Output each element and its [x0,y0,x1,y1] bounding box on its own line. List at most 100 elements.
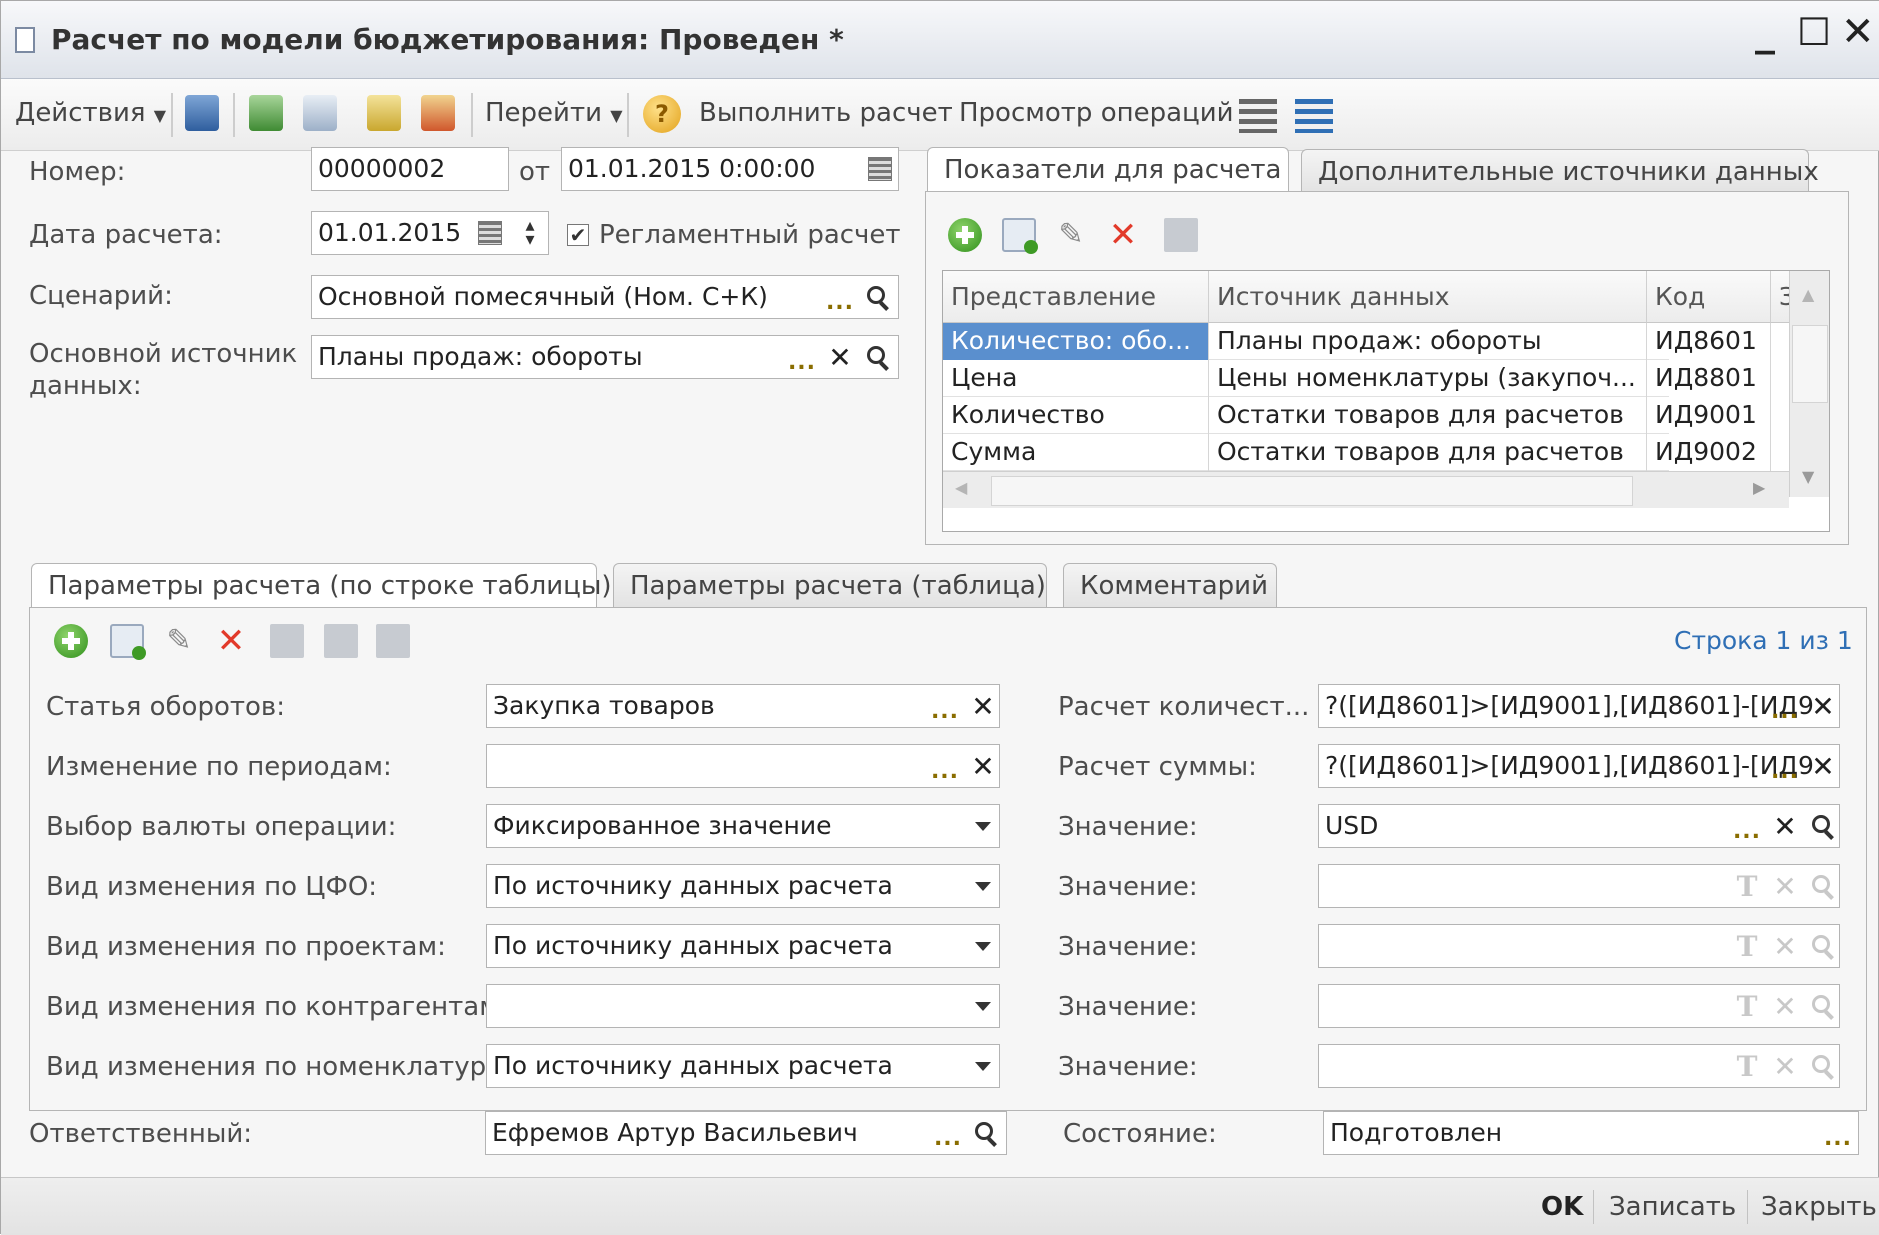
contractors-change-select[interactable] [486,984,1000,1028]
tab-params-row[interactable]: Параметры расчета (по строке таблицы) [31,563,612,609]
end-edit-icon[interactable] [1164,218,1198,252]
clear-button[interactable]: ✕ [1806,686,1840,726]
clear-icon: ✕ [1773,1049,1797,1083]
clear-button: ✕ [1768,986,1802,1026]
scroll-up-icon[interactable]: ▲ [1802,285,1814,304]
projects-change-select[interactable]: По источнику данных расчета [486,924,1000,968]
calendar-button[interactable] [863,149,897,189]
open-button[interactable] [1806,806,1840,846]
table-row[interactable]: Количество: обо... Планы продаж: обороты… [943,323,1771,360]
edit-icon[interactable]: ✎ [1054,218,1088,252]
close-button[interactable]: Закрыть [1761,1190,1877,1224]
table-row[interactable]: Количество Остатки товаров для расчетов … [943,397,1771,434]
vertical-scrollbar[interactable]: ▲ ▼ [1789,271,1829,497]
reglament-checkbox[interactable]: ✔ [567,224,589,246]
choice-button[interactable]: ... [931,1113,965,1153]
goto-menu[interactable]: Перейти ▼ [485,97,623,132]
run-calculation-button[interactable]: Выполнить расчет [699,97,953,129]
open-button[interactable] [861,277,895,317]
cfo-change-select[interactable]: По источнику данных расчета [486,864,1000,908]
clear-button[interactable]: ✕ [966,746,1000,786]
dropdown-button[interactable] [966,866,1000,906]
view-operations-button[interactable]: Просмотр операций [959,97,1234,129]
delete-icon[interactable]: ✕ [214,624,248,658]
delete-icon[interactable]: ✕ [1106,218,1140,252]
number-input[interactable]: 00000002 [311,147,509,191]
date-spinner[interactable]: ▴ ▾ [513,213,547,253]
column-header[interactable]: Источник данных [1209,271,1647,323]
move-down-icon[interactable] [376,624,410,658]
choice-button[interactable]: ... [1730,806,1764,846]
end-edit-icon[interactable] [270,624,304,658]
choice-button[interactable]: ... [785,337,819,377]
scroll-thumb[interactable] [1792,325,1828,403]
close-window-button[interactable]: ✕ [1841,7,1875,57]
date-time-input[interactable]: 01.01.2015 0:00:00 [561,147,899,191]
dropdown-button[interactable] [966,986,1000,1026]
turnover-item-input[interactable]: Закупка товаров [486,684,1000,728]
state-input[interactable]: Подготовлен [1323,1111,1859,1155]
choice-button[interactable]: ... [928,686,962,726]
clear-button[interactable]: ✕ [1806,746,1840,786]
open-button[interactable] [969,1113,1003,1153]
refresh-icon[interactable] [249,95,283,131]
currency-choice-select[interactable]: Фиксированное значение [486,804,1000,848]
period-change-input[interactable] [486,744,1000,788]
scroll-thumb[interactable] [991,476,1633,506]
nomenclature-change-select[interactable]: По источнику данных расчета [486,1044,1000,1088]
magnifier-icon [1812,815,1834,837]
help-icon[interactable]: ? [643,95,681,133]
choice-button[interactable]: ... [1821,1113,1855,1153]
choice-button[interactable]: ... [1768,686,1802,726]
edit-icon[interactable]: ✎ [162,624,196,658]
minimize-button[interactable]: _ [1755,7,1775,57]
choice-button[interactable]: ... [928,746,962,786]
ok-button[interactable]: OK [1541,1190,1583,1224]
copy-document-icon[interactable] [303,95,337,131]
horizontal-scrollbar[interactable]: ◀ ▶ [943,471,1789,508]
post-and-close-icon[interactable] [185,95,219,131]
dropdown-button[interactable] [966,926,1000,966]
tab-indicators[interactable]: Показатели для расчета [927,147,1289,193]
maximize-button[interactable]: ☐ [1797,7,1831,57]
responsible-input[interactable]: Ефремов Артур Васильевич [485,1111,1007,1155]
scroll-right-icon[interactable]: ▶ [1753,478,1765,497]
scenario-input[interactable]: Основной помесячный (Ном. С+К) [311,275,899,319]
clear-button: ✕ [1768,926,1802,966]
quantity-formula-input[interactable]: ?([ИД8601]>[ИД9001],[ИД8601]-[ИД9 [1318,684,1840,728]
tab-params-table[interactable]: Параметры расчета (таблица) [613,563,1047,609]
clear-button[interactable]: ✕ [966,686,1000,726]
tab-additional-sources[interactable]: Дополнительные источники данных [1301,149,1819,195]
post-document-icon[interactable] [367,95,401,131]
unpost-document-icon[interactable] [421,95,455,131]
tab-comment[interactable]: Комментарий [1063,563,1277,609]
move-up-icon[interactable] [324,624,358,658]
sum-formula-input[interactable]: ?([ИД8601]>[ИД9001],[ИД8601]-[ИД9 [1318,744,1840,788]
table-row[interactable]: Цена Цены номенклатуры (закупоч... ИД880… [943,360,1771,397]
scroll-left-icon[interactable]: ◀ [955,478,967,497]
column-header[interactable]: Представление [943,271,1209,323]
copy-icon[interactable] [110,624,146,660]
dropdown-button[interactable] [966,806,1000,846]
calendar-button[interactable] [473,213,507,253]
save-button[interactable]: Записать [1609,1190,1736,1224]
add-icon[interactable] [948,218,982,252]
scroll-down-icon[interactable]: ▼ [1802,467,1814,486]
column-header[interactable]: Код [1647,271,1771,323]
choice-button[interactable]: ... [1768,746,1802,786]
open-button[interactable] [861,337,895,377]
clear-button[interactable]: ✕ [823,337,857,377]
choice-button[interactable]: ... [823,277,857,317]
copy-icon[interactable] [1002,218,1038,254]
footer-separator [1747,1190,1748,1224]
window-title: Расчет по модели бюджетирования: Проведе… [51,23,844,56]
dropdown-button[interactable] [966,1046,1000,1086]
list-view-icon[interactable] [1239,99,1277,133]
param-label: Вид изменения по номенклатуре: [46,1052,511,1082]
magnifier-icon [975,1122,997,1144]
actions-menu[interactable]: Действия ▼ [15,97,166,132]
add-icon[interactable] [54,624,88,658]
structure-view-icon[interactable] [1295,99,1333,133]
table-row[interactable]: Сумма Остатки товаров для расчетов ИД900… [943,434,1771,471]
clear-button[interactable]: ✕ [1768,806,1802,846]
